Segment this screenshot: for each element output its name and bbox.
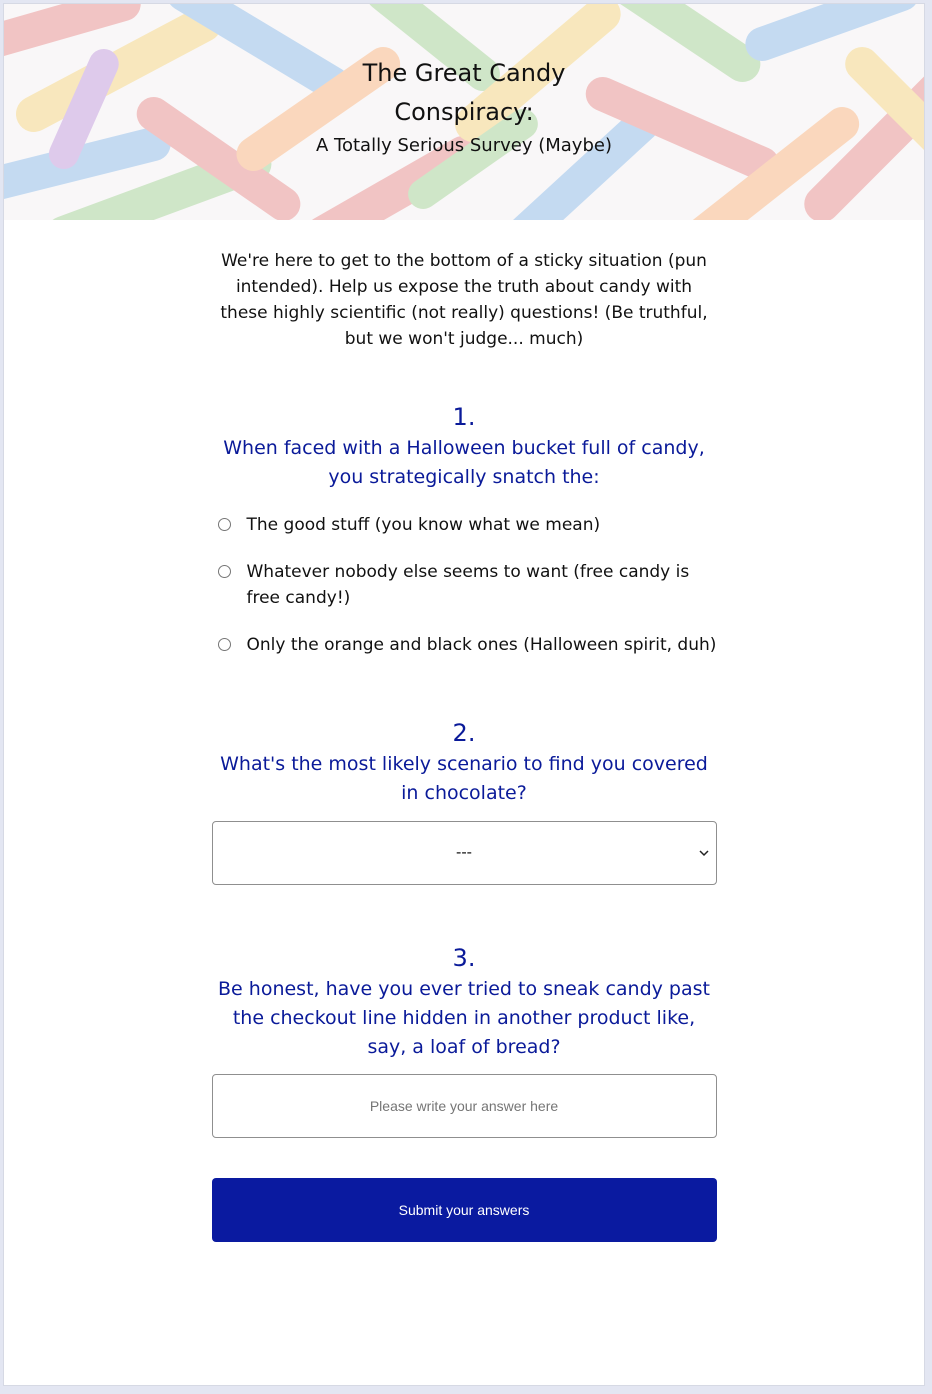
radio-button[interactable] (217, 565, 231, 578)
page-subtitle: A Totally Serious Survey (Maybe) (316, 135, 612, 156)
radio-option-unwanted[interactable]: Whatever nobody else seems to want (free… (212, 559, 717, 611)
radio-group: The good stuff (you know what we mean) W… (212, 512, 717, 658)
radio-option-label: The good stuff (you know what we mean) (246, 515, 601, 535)
question-2: 2. What's the most likely scenario to fi… (211, 716, 717, 885)
intro-text: We're here to get to the bottom of a sti… (220, 251, 708, 349)
radio-option-orange-black[interactable]: Only the orange and black ones (Hallowee… (212, 632, 717, 658)
radio-option-good-stuff[interactable]: The good stuff (you know what we mean) (212, 512, 717, 538)
hero-text: The Great Candy Conspiracy: A Totally Se… (4, 54, 924, 160)
survey-page: The Great Candy Conspiracy: A Totally Se… (3, 3, 925, 1386)
question-number: 2. (452, 719, 476, 747)
chevron-down-icon (698, 850, 709, 857)
radio-button[interactable] (217, 638, 231, 651)
question-number: 3. (452, 944, 476, 972)
question-number: 1. (452, 403, 476, 431)
question-3: 3. Be honest, have you ever tried to sne… (211, 941, 717, 1138)
submit-button[interactable]: Submit your answers (211, 1178, 717, 1242)
radio-button[interactable] (217, 518, 231, 531)
radio-option-label: Only the orange and black ones (Hallowee… (246, 635, 717, 655)
question-1: 1. When faced with a Halloween bucket fu… (212, 400, 717, 658)
page-title: The Great Candy Conspiracy: (362, 59, 566, 126)
question-text: Be honest, have you ever tried to sneak … (218, 978, 710, 1058)
scenario-select[interactable]: --- (211, 821, 717, 885)
hero-banner: The Great Candy Conspiracy: A Totally Se… (4, 4, 924, 220)
question-text: What's the most likely scenario to find … (220, 753, 708, 804)
radio-option-label: Whatever nobody else seems to want (free… (246, 562, 690, 608)
select-value: --- (456, 844, 472, 861)
survey-form: We're here to get to the bottom of a sti… (211, 248, 717, 1242)
answer-text-input[interactable] (211, 1074, 717, 1138)
question-text: When faced with a Halloween bucket full … (223, 437, 705, 488)
